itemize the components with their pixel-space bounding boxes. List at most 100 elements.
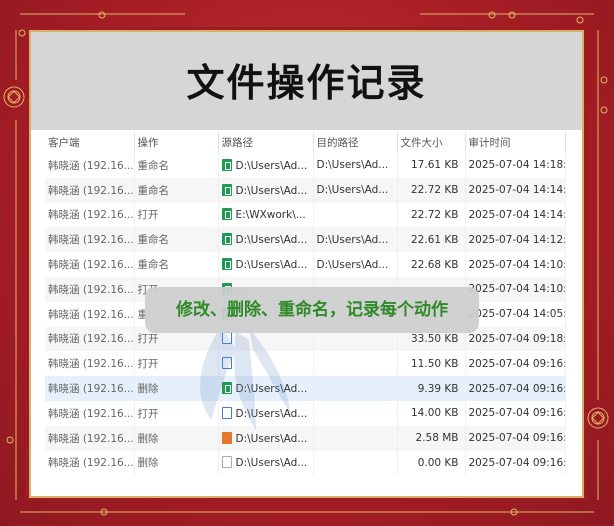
action-cell-text: 打开 <box>137 407 159 420</box>
client-cell-text: 韩晓涵 (192.16... <box>48 209 134 222</box>
audit-time-cell: 2025-07-04 14:18:25 <box>465 153 566 178</box>
column-header-client[interactable]: 客户端 <box>45 132 135 153</box>
source-path-cell: D:\Users\Ad... <box>218 425 314 451</box>
file-size-cell: 11.50 KB <box>397 351 466 377</box>
action-cell: 删除 <box>134 450 219 476</box>
source-path-cell-text: D:\Users\Ad... <box>235 159 308 172</box>
title-header: 文件操作记录 <box>31 32 582 130</box>
destination-path-cell <box>313 400 398 426</box>
action-cell: 重命名 <box>134 153 219 178</box>
source-path-cell <box>218 351 314 377</box>
client-cell-text: 韩晓涵 (192.16... <box>48 457 134 470</box>
client-cell: 韩晓涵 (192.16... <box>45 202 135 228</box>
action-cell: 打开 <box>134 202 219 228</box>
action-cell: 打开 <box>134 351 219 377</box>
client-cell: 韩晓涵 (192.16... <box>45 400 135 426</box>
audit-time-cell: 2025-07-04 09:18:19 <box>465 326 566 352</box>
column-header-destination-path[interactable]: 目的路径 <box>313 132 398 153</box>
table-header-row: 客户端 操作 源路径 目的路径 文件大小 审计时间 <box>45 132 566 153</box>
file-size-cell-text: 9.39 KB <box>417 382 459 395</box>
action-cell-text: 打开 <box>137 209 159 222</box>
client-cell: 韩晓涵 (192.16... <box>45 252 135 277</box>
table-row[interactable]: 韩晓涵 (192.16... 重命名 D:\Users\Ad... D:\Users\… <box>45 227 566 253</box>
audit-time-cell-text: 2025-07-04 09:16:38 <box>468 432 565 445</box>
source-path-cell: D:\Users\Ad... <box>218 177 314 203</box>
client-cell: 韩晓涵 (192.16... <box>45 153 135 178</box>
excel-file-icon <box>221 158 232 171</box>
table-row[interactable]: 韩晓涵 (192.16... 删除 D:\Users\Ad... 2.58 MB 202… <box>45 425 566 451</box>
audit-time-cell: 2025-07-04 09:16:51 <box>465 376 566 401</box>
action-cell: 删除 <box>134 376 219 401</box>
table-row[interactable]: 韩晓涵 (192.16... 删除 D:\Users\Ad... 0.00 KB 202… <box>45 450 566 476</box>
source-path-cell-text: E:\WXwork\... <box>235 209 306 222</box>
source-path-cell: D:\Users\Ad... <box>218 252 314 277</box>
client-cell: 韩晓涵 (192.16... <box>45 376 135 401</box>
table-row[interactable]: 韩晓涵 (192.16... 重命名 D:\Users\Ad... D:\Users\… <box>45 252 566 277</box>
file-size-cell: 2.58 MB <box>397 425 466 451</box>
file-size-cell-text: 22.68 KB <box>411 258 459 271</box>
excel-file-icon <box>221 208 232 221</box>
client-cell-text: 韩晓涵 (192.16... <box>48 234 134 247</box>
client-cell-text: 韩晓涵 (192.16... <box>48 383 134 396</box>
table-row[interactable]: 韩晓涵 (192.16... 重命名 D:\Users\Ad... D:\Users\… <box>45 177 566 203</box>
client-cell-text: 韩晓涵 (192.16... <box>48 407 134 420</box>
file-size-cell: 22.61 KB <box>397 227 466 253</box>
client-cell: 韩晓涵 (192.16... <box>45 227 135 253</box>
action-cell: 重命名 <box>134 227 219 253</box>
column-header-source-path[interactable]: 源路径 <box>218 132 314 153</box>
destination-path-cell-text: D:\Users\Ad... <box>316 258 389 271</box>
audit-time-cell-text: 2025-07-04 14:10:40 <box>468 283 565 296</box>
blank-file-icon <box>221 456 232 469</box>
page-title: 文件操作记录 <box>186 61 427 105</box>
audit-time-cell-text: 2025-07-04 09:16:55 <box>468 357 565 370</box>
file-size-cell-text: 17.61 KB <box>411 159 459 172</box>
client-cell: 韩晓涵 (192.16... <box>45 425 135 451</box>
column-header-audit-time[interactable]: 审计时间 <box>465 132 566 153</box>
audit-time-cell-text: 2025-07-04 14:12:45 <box>468 233 565 246</box>
audit-time-cell-text: 2025-07-04 14:10:55 <box>468 258 565 271</box>
client-cell-text: 韩晓涵 (192.16... <box>48 358 134 371</box>
destination-path-cell: D:\Users\Ad... <box>313 153 398 178</box>
source-path-cell-text: D:\Users\Ad... <box>235 407 308 420</box>
file-size-cell: 22.72 KB <box>397 177 466 203</box>
table-row[interactable]: 韩晓涵 (192.16... 打开 11.50 KB 2025-07-04 09:16… <box>45 351 566 377</box>
table-row[interactable]: 韩晓涵 (192.16... 重命名 D:\Users\Ad... D:\Users\… <box>45 153 566 178</box>
audit-time-cell: 2025-07-04 09:16:55 <box>465 351 566 377</box>
excel-file-icon <box>221 233 232 246</box>
source-path-cell-text: D:\Users\Ad... <box>235 457 308 470</box>
source-path-cell: D:\Users\Ad... <box>218 450 314 476</box>
destination-path-cell-text: D:\Users\Ad... <box>316 159 389 172</box>
audit-time-cell: 2025-07-04 14:14:29 <box>465 202 566 228</box>
action-cell-text: 删除 <box>137 432 159 445</box>
column-header-file-size[interactable]: 文件大小 <box>397 132 466 153</box>
file-size-cell: 22.72 KB <box>397 202 466 228</box>
file-size-cell-text: 22.61 KB <box>411 233 459 246</box>
destination-path-cell-text: D:\Users\Ad... <box>316 233 389 246</box>
audit-time-cell: 2025-07-04 14:05:16 <box>465 301 566 327</box>
table-row[interactable]: 韩晓涵 (192.16... 打开 D:\Users\Ad... 14.00 KB 20… <box>45 400 566 426</box>
word-file-icon <box>221 357 232 370</box>
audit-time-cell-text: 2025-07-04 14:18:25 <box>468 159 565 172</box>
audit-time-cell: 2025-07-04 14:12:45 <box>465 227 566 253</box>
table-row[interactable]: 韩晓涵 (192.16... 打开 E:\WXwork\... 22.72 KB 202… <box>45 202 566 228</box>
action-cell-text: 重命名 <box>137 259 170 272</box>
audit-time-cell-text: 2025-07-04 09:16:34 <box>468 456 565 469</box>
audit-time-cell-text: 2025-07-04 09:18:19 <box>468 332 565 345</box>
source-path-cell-text: D:\Users\Ad... <box>235 432 308 445</box>
screenshot-panel: 文件操作记录 客户端 操作 源路径 目的路径 文件大小 审计时间 韩晓涵 (19… <box>29 30 584 498</box>
action-cell: 重命名 <box>134 252 219 277</box>
action-cell: 重命名 <box>134 177 219 203</box>
client-cell-text: 韩晓涵 (192.16... <box>48 308 134 321</box>
column-header-action[interactable]: 操作 <box>134 132 219 153</box>
excel-file-icon <box>221 183 232 196</box>
audit-time-cell-text: 2025-07-04 09:16:42 <box>468 407 565 420</box>
table-row[interactable]: 韩晓涵 (192.16... 删除 D:\Users\Ad... 9.39 KB 202… <box>45 376 566 401</box>
audit-time-cell-text: 2025-07-04 14:14:47 <box>468 184 565 197</box>
destination-path-cell: D:\Users\Ad... <box>313 252 398 277</box>
source-path-cell: D:\Users\Ad... <box>218 376 314 401</box>
destination-path-cell: D:\Users\Ad... <box>313 177 398 203</box>
file-size-cell-text: 33.50 KB <box>411 332 459 345</box>
audit-time-cell: 2025-07-04 09:16:38 <box>465 425 566 451</box>
source-path-cell-text: D:\Users\Ad... <box>235 383 308 396</box>
client-cell: 韩晓涵 (192.16... <box>45 351 135 377</box>
